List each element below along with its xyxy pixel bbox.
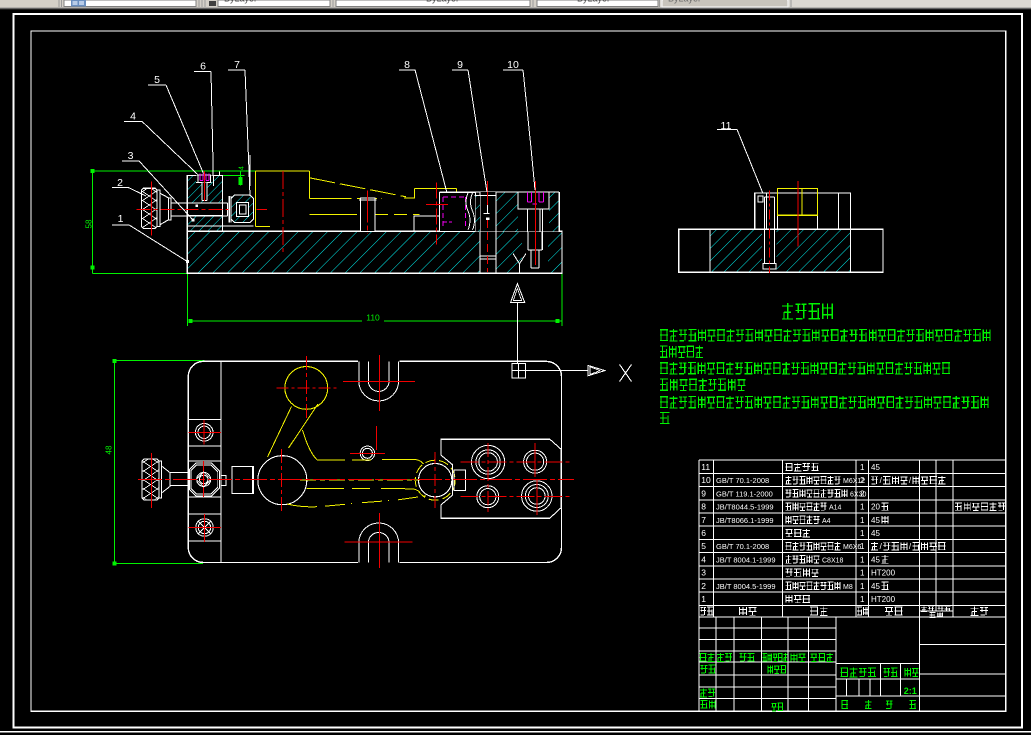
svg-text:JB/T8044.5-1999: JB/T8044.5-1999 [716, 503, 774, 512]
svg-text:1: 1 [860, 582, 865, 591]
svg-text:2:1: 2:1 [904, 686, 917, 696]
svg-text:4: 4 [130, 111, 136, 123]
svg-text:20: 20 [871, 503, 880, 512]
svg-text:GB/T 119.1-2000: GB/T 119.1-2000 [716, 489, 773, 498]
svg-text:8: 8 [701, 502, 706, 512]
svg-text:110: 110 [366, 312, 380, 322]
svg-text:8: 8 [404, 59, 410, 71]
svg-text:10: 10 [507, 59, 519, 71]
svg-text:A14: A14 [829, 505, 842, 512]
svg-text:2: 2 [860, 476, 865, 485]
svg-text:1: 1 [860, 463, 865, 472]
svg-text:HT200: HT200 [871, 569, 896, 578]
svg-text:48: 48 [105, 445, 114, 454]
svg-text:5: 5 [701, 541, 706, 551]
svg-text:1: 1 [860, 595, 865, 604]
svg-text:M6X6: M6X6 [843, 544, 861, 551]
svg-text:C8X18: C8X18 [822, 557, 844, 564]
svg-text:45: 45 [871, 516, 880, 525]
svg-text:10: 10 [701, 475, 711, 485]
svg-text:7: 7 [234, 59, 240, 71]
svg-text:1: 1 [860, 503, 865, 512]
svg-text:7: 7 [701, 515, 706, 525]
svg-text:ByLayer: ByLayer [577, 0, 610, 3]
svg-text:ByLayer: ByLayer [668, 0, 701, 3]
svg-text:HT200: HT200 [871, 595, 896, 604]
svg-text:5: 5 [154, 74, 160, 86]
svg-text:45: 45 [871, 529, 880, 538]
svg-text:GB/T 70.1-2008: GB/T 70.1-2008 [716, 542, 769, 551]
svg-text:ByLayer: ByLayer [224, 0, 257, 3]
svg-text:2: 2 [860, 489, 865, 498]
svg-text:45: 45 [871, 582, 880, 591]
svg-text:11: 11 [701, 462, 710, 472]
svg-text:1: 1 [860, 542, 865, 551]
svg-text:9: 9 [457, 59, 463, 71]
svg-text:9: 9 [701, 488, 706, 498]
svg-text:1: 1 [701, 594, 706, 604]
svg-text:6: 6 [701, 528, 706, 538]
svg-text:1: 1 [860, 555, 865, 564]
svg-text:3: 3 [701, 568, 706, 578]
svg-text:1: 1 [860, 516, 865, 525]
svg-text:A4: A4 [822, 518, 831, 525]
svg-text:3: 3 [128, 150, 134, 162]
svg-text:45: 45 [871, 555, 880, 564]
svg-text:45: 45 [871, 463, 880, 472]
svg-text:ByLayer: ByLayer [426, 0, 459, 3]
svg-text:M8: M8 [843, 584, 853, 591]
svg-text:JB/T8066.1-1999: JB/T8066.1-1999 [716, 516, 774, 525]
svg-text:2: 2 [701, 581, 706, 591]
svg-text:1: 1 [860, 529, 865, 538]
svg-text:JB/T 8004.1-1999: JB/T 8004.1-1999 [716, 555, 776, 564]
svg-text:1: 1 [860, 569, 865, 578]
svg-text:6: 6 [200, 61, 206, 73]
svg-text:JB/T 8004.5-1999: JB/T 8004.5-1999 [716, 582, 776, 591]
svg-text:4: 4 [239, 166, 246, 170]
svg-text:11: 11 [721, 120, 732, 132]
svg-text:58: 58 [85, 219, 94, 228]
svg-text:GB/T 70.1-2008: GB/T 70.1-2008 [716, 476, 769, 485]
svg-text:4: 4 [701, 554, 706, 564]
svg-text:1: 1 [118, 213, 124, 225]
